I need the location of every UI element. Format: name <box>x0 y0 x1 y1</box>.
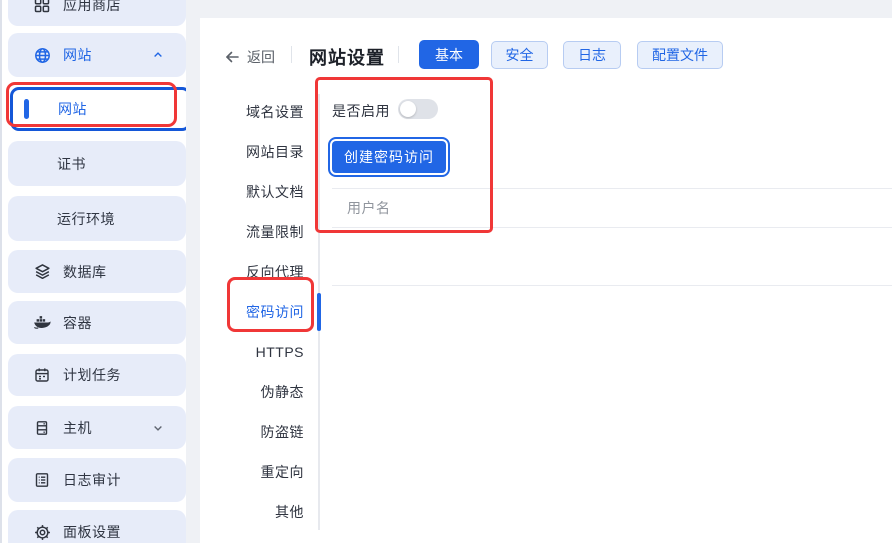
sidebar-item-website-group[interactable]: 网站 <box>8 33 186 77</box>
calendar-icon <box>33 366 51 384</box>
submenu-item-default-doc[interactable]: 默认文档 <box>200 172 304 212</box>
sidebar-item-label: 数据库 <box>63 262 107 282</box>
globe-icon <box>33 46 51 64</box>
sidebar-item-label: 面板设置 <box>63 522 121 542</box>
sidebar-item-label: 网站 <box>58 99 87 119</box>
chevron-up-icon <box>152 49 164 61</box>
sidebar-item-certificate[interactable]: 证书 <box>8 141 186 186</box>
sidebar-item-label: 应用商店 <box>63 0 121 15</box>
sidebar-item-label: 网站 <box>63 45 92 65</box>
sidebar-item-label: 日志审计 <box>63 470 121 490</box>
app-root: 应用商店 网站 网站 证书 <box>0 0 892 543</box>
app-store-icon <box>33 0 51 14</box>
back-label: 返回 <box>247 47 275 67</box>
submenu-item-rewrite[interactable]: 伪静态 <box>200 372 304 412</box>
tab-label: 安全 <box>506 45 534 65</box>
enable-label: 是否启用 <box>332 101 390 121</box>
header-divider <box>291 46 292 63</box>
sidebar: 应用商店 网站 网站 证书 <box>0 0 200 543</box>
table-header-bottom-border <box>332 227 892 228</box>
create-password-access-button[interactable]: 创建密码访问 <box>332 141 446 173</box>
submenu-item-domain-settings[interactable]: 域名设置 <box>200 92 304 132</box>
sidebar-item-label: 容器 <box>63 313 92 333</box>
sidebar-item-log-audit[interactable]: 日志审计 <box>8 458 186 502</box>
submenu-item-site-directory[interactable]: 网站目录 <box>200 132 304 172</box>
submenu-active-bar <box>317 293 321 331</box>
layers-icon <box>33 263 51 281</box>
submenu-item-anti-leech[interactable]: 防盗链 <box>200 412 304 452</box>
tab-label: 日志 <box>578 45 606 65</box>
submenu-item-traffic-limit[interactable]: 流量限制 <box>200 212 304 252</box>
sidebar-item-host[interactable]: 主机 <box>8 406 186 449</box>
tab-security[interactable]: 安全 <box>491 41 548 69</box>
gear-icon <box>33 523 51 541</box>
tab-logs[interactable]: 日志 <box>563 41 621 69</box>
docker-whale-icon <box>33 314 51 332</box>
sidebar-item-label: 计划任务 <box>63 365 121 385</box>
sidebar-left-border <box>0 0 2 543</box>
submenu-item-https[interactable]: HTTPS <box>200 332 304 372</box>
sidebar-item-website[interactable]: 网站 <box>10 87 191 131</box>
back-arrow-icon <box>224 49 240 65</box>
header-divider <box>398 46 399 63</box>
tab-config-file[interactable]: 配置文件 <box>637 41 723 69</box>
sidebar-item-label: 运行环境 <box>57 209 115 229</box>
server-icon <box>33 419 51 437</box>
sidebar-item-runtime[interactable]: 运行环境 <box>8 196 186 241</box>
table-header-top-border <box>332 188 892 189</box>
sidebar-item-label: 证书 <box>57 154 86 174</box>
tab-label: 配置文件 <box>652 45 708 65</box>
table-empty-row-border <box>332 285 892 286</box>
page-background-gutter <box>186 0 200 543</box>
table-column-username: 用户名 <box>347 198 391 218</box>
submenu-item-password-access[interactable]: 密码访问 <box>200 292 304 332</box>
sidebar-item-app-store[interactable]: 应用商店 <box>8 0 186 26</box>
sidebar-item-database[interactable]: 数据库 <box>8 250 186 293</box>
back-button[interactable]: 返回 <box>224 47 275 67</box>
active-indicator <box>24 99 29 119</box>
toggle-knob <box>400 101 416 117</box>
chevron-down-icon <box>152 422 164 434</box>
submenu-item-reverse-proxy[interactable]: 反向代理 <box>200 252 304 292</box>
sidebar-item-cronjob[interactable]: 计划任务 <box>8 354 186 396</box>
submenu-item-other[interactable]: 其他 <box>200 492 304 532</box>
tab-basic[interactable]: 基本 <box>419 40 479 69</box>
sidebar-item-label: 主机 <box>63 418 92 438</box>
page-background-strip <box>186 0 892 18</box>
enable-toggle[interactable] <box>398 99 438 119</box>
tab-label: 基本 <box>435 45 463 65</box>
sidebar-item-container[interactable]: 容器 <box>8 301 186 344</box>
sidebar-item-panel-settings[interactable]: 面板设置 <box>8 510 186 543</box>
log-list-icon <box>33 471 51 489</box>
page-title: 网站设置 <box>309 44 385 70</box>
submenu-item-redirect[interactable]: 重定向 <box>200 452 304 492</box>
